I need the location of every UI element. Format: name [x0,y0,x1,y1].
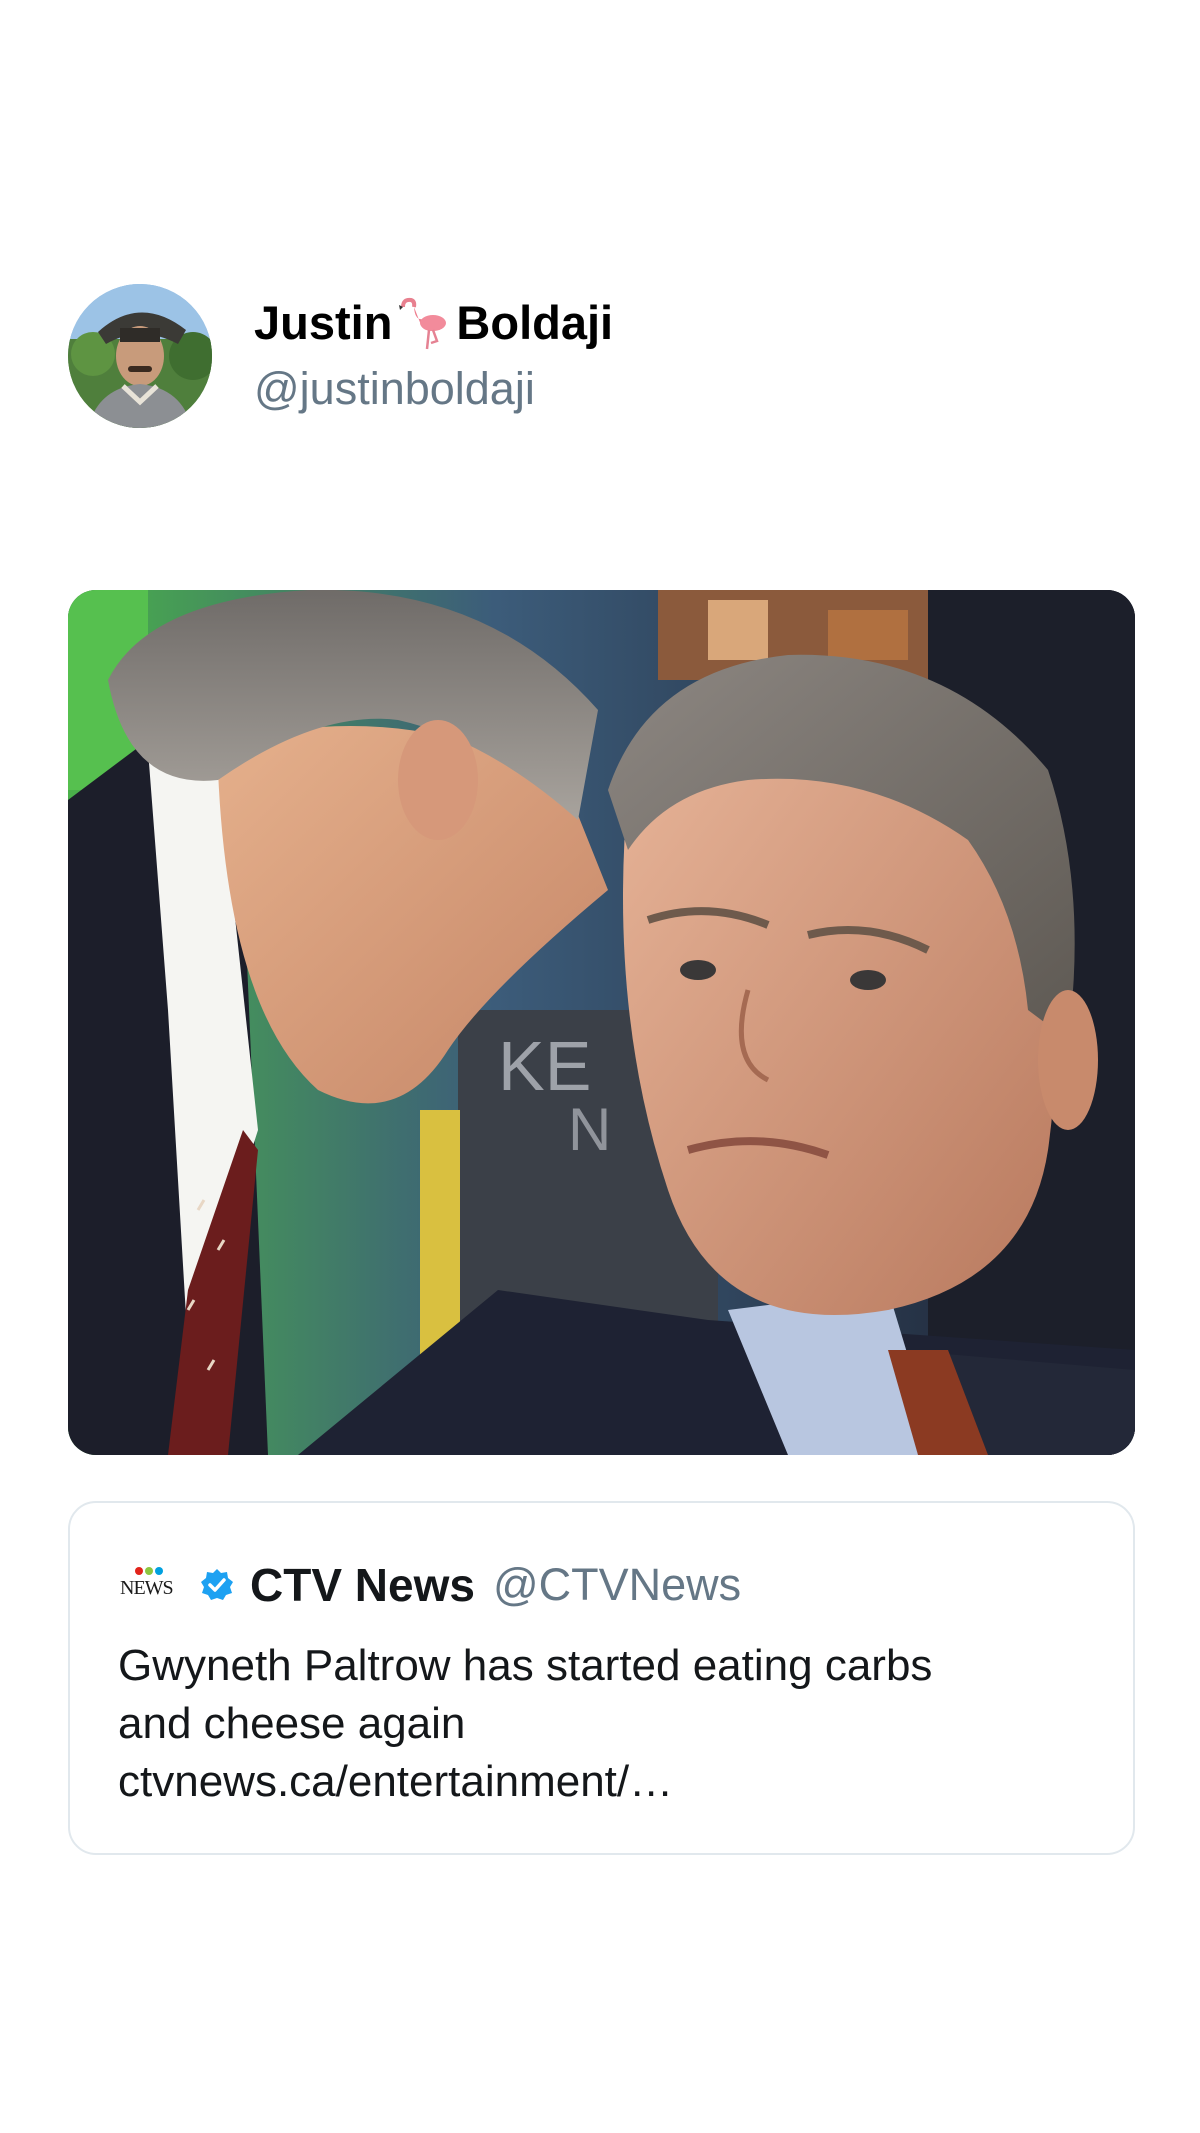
logo-dot-red [135,1567,143,1575]
logo-text: NEWS [120,1577,174,1599]
tweet-author-header: Justin Boldaji @justinboldaji [68,283,613,429]
flamingo-icon [393,295,455,351]
svg-text:KE: KE [498,1027,591,1105]
quoted-tweet-link[interactable]: ctvnews.ca/entertainment/… [118,1753,1098,1811]
quoted-author-handle[interactable]: @CTVNews [493,1559,741,1611]
quoted-tweet-card[interactable]: NEWS CTV News @CTVNews Gwyneth Paltrow h… [68,1501,1135,1855]
author-last-name: Boldaji [456,296,614,349]
svg-text:N: N [568,1096,611,1163]
author-display-name[interactable]: Justin Boldaji [254,293,613,353]
quoted-author-name[interactable]: CTV News [250,1558,475,1612]
quoted-text-line-1: Gwyneth Paltrow has started eating carbs [118,1641,933,1690]
verified-badge-icon [200,1568,234,1602]
quoted-text-line-2: and cheese again [118,1699,466,1748]
tweet-photo[interactable]: KE N Co [68,590,1135,1455]
author-handle[interactable]: @justinboldaji [254,359,613,419]
author-names: Justin Boldaji @justinboldaji [254,293,613,419]
logo-dot-blue [155,1567,163,1575]
ctv-news-logo: NEWS [120,1565,178,1605]
quoted-tweet-header: NEWS CTV News @CTVNews [120,1555,741,1615]
logo-dot-green [145,1567,153,1575]
author-avatar[interactable] [68,284,212,428]
author-first-name: Justin [254,296,393,349]
quoted-tweet-text: Gwyneth Paltrow has started eating carbs… [118,1637,1098,1811]
